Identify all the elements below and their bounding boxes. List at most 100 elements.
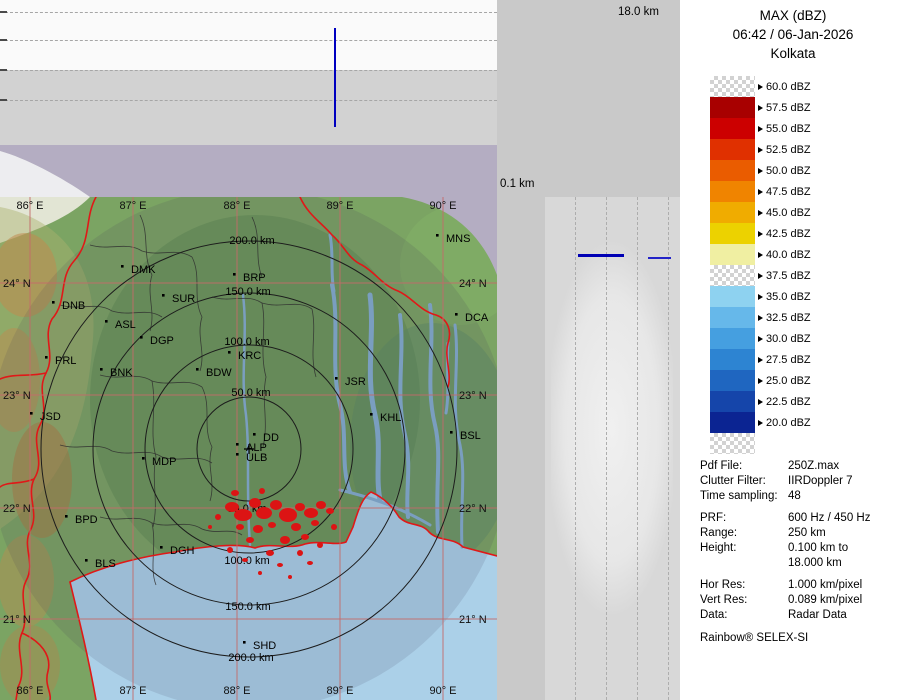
station-label: BPD: [75, 514, 98, 526]
legend-entry: 60.0 dBZ: [710, 76, 811, 97]
station-dot: [370, 413, 373, 416]
station-dot: [142, 457, 145, 460]
station-label: PRL: [55, 355, 76, 367]
radar-echo: [288, 575, 292, 579]
station-label: SHD: [253, 640, 276, 652]
legend-entry: 32.5 dBZ: [710, 307, 811, 328]
radar-echo: [258, 571, 262, 575]
legend-arrow-icon: [758, 210, 763, 216]
legend-arrow-icon: [758, 336, 763, 342]
info-label: Data:: [700, 609, 788, 621]
radar-app-screen: 18.0 km: [0, 0, 906, 700]
station-label: KHL: [380, 412, 401, 424]
station-label: DCA: [465, 312, 489, 324]
lon-label-bottom: 89° E: [326, 685, 353, 697]
legend-value-label: 32.5 dBZ: [766, 312, 811, 324]
radar-echo: [295, 503, 305, 511]
station-dot: [243, 641, 246, 644]
radar-echo: [227, 547, 233, 553]
lat-label-left: 24° N: [3, 278, 31, 290]
min-height-label: 0.1 km: [500, 178, 535, 190]
info-row: Vert Res:0.089 km/pixel: [700, 592, 902, 607]
radar-echo: [270, 500, 282, 510]
legend-arrow-icon: [758, 252, 763, 258]
radar-echo: [208, 525, 212, 529]
info-value: 600 Hz / 450 Hz: [788, 512, 870, 524]
station-dot: [236, 443, 239, 446]
info-value: Radar Data: [788, 609, 847, 621]
legend-swatch: [710, 391, 755, 412]
legend-entry: 37.5 dBZ: [710, 265, 811, 286]
station-dot: [30, 412, 33, 415]
legend-value-label: 45.0 dBZ: [766, 207, 811, 219]
radar-echo: [316, 501, 326, 509]
station-dot: [236, 453, 239, 456]
info-row: PRF:600 Hz / 450 Hz: [700, 510, 902, 525]
axis-tick: [0, 11, 7, 13]
legend-swatch: [710, 181, 755, 202]
legend-arrow-icon: [758, 189, 763, 195]
station-dot: [52, 301, 55, 304]
legend-swatch: [710, 370, 755, 391]
max-height-label: 18.0 km: [618, 6, 659, 18]
legend-arrow-icon: [758, 378, 763, 384]
legend-value-label: 25.0 dBZ: [766, 375, 811, 387]
legend-entry: [710, 433, 811, 454]
legend-value-label: 60.0 dBZ: [766, 81, 811, 93]
radar-map: 86° E86° E87° E87° E88° E88° E89° E89° E…: [0, 145, 497, 700]
station-dot: [105, 320, 108, 323]
ring-label: 150.0 km: [225, 601, 270, 613]
height-gridline: [575, 197, 576, 700]
info-value: 1.000 km/pixel: [788, 579, 862, 591]
radar-echo: [277, 563, 283, 567]
lat-label-left: 21° N: [3, 614, 31, 626]
radar-echo: [331, 524, 337, 530]
legend-entry: 25.0 dBZ: [710, 370, 811, 391]
info-label: Pdf File:: [700, 460, 788, 472]
legend-arrow-icon: [758, 105, 763, 111]
station-label: BRP: [243, 272, 266, 284]
legend-swatch: [710, 76, 755, 97]
echo-height-segment: [578, 254, 624, 257]
info-label: Hor Res:: [700, 579, 788, 591]
station-dot: [196, 368, 199, 371]
top-cross-section-panel: [0, 0, 497, 145]
station-label: MNS: [446, 233, 470, 245]
radar-echo: [311, 520, 319, 526]
legend-entry: 20.0 dBZ: [710, 412, 811, 433]
station-dot: [436, 234, 439, 237]
top-panel-gray-band: [0, 70, 497, 145]
lon-label-top: 88° E: [223, 200, 250, 212]
station-label: BSL: [460, 430, 481, 442]
legend-arrow-icon: [758, 294, 763, 300]
station-label: ASL: [115, 319, 136, 331]
ring-label: 200.0 km: [228, 652, 273, 664]
info-row: Time sampling:48: [700, 488, 902, 503]
radar-echo: [231, 490, 239, 496]
axis-tick: [0, 69, 7, 71]
legend-swatch: [710, 286, 755, 307]
legend-entry: 52.5 dBZ: [710, 139, 811, 160]
legend-entry: 57.5 dBZ: [710, 97, 811, 118]
ring-label: 100.0 km: [224, 336, 269, 348]
legend-arrow-icon: [758, 357, 763, 363]
lat-label-right: 24° N: [459, 278, 487, 290]
height-gridline: [0, 12, 497, 13]
radar-echo: [253, 525, 263, 533]
height-gridline: [0, 100, 497, 101]
product-title: MAX (dBZ): [680, 6, 906, 25]
height-gridline: [637, 197, 638, 700]
legend-entry: 22.5 dBZ: [710, 391, 811, 412]
legend-swatch: [710, 244, 755, 265]
info-value: 18.000 km: [788, 557, 842, 569]
legend-value-label: 55.0 dBZ: [766, 123, 811, 135]
legend-arrow-icon: [758, 273, 763, 279]
legend-panel: MAX (dBZ) 06:42 / 06-Jan-2026 Kolkata 60…: [680, 0, 906, 700]
station-dot: [140, 336, 143, 339]
radar-echo: [307, 561, 313, 565]
radar-echo: [234, 509, 252, 521]
legend-arrow-icon: [758, 399, 763, 405]
info-row: Height:0.100 km to: [700, 540, 902, 555]
station-dot: [450, 431, 453, 434]
station-dot: [455, 313, 458, 316]
